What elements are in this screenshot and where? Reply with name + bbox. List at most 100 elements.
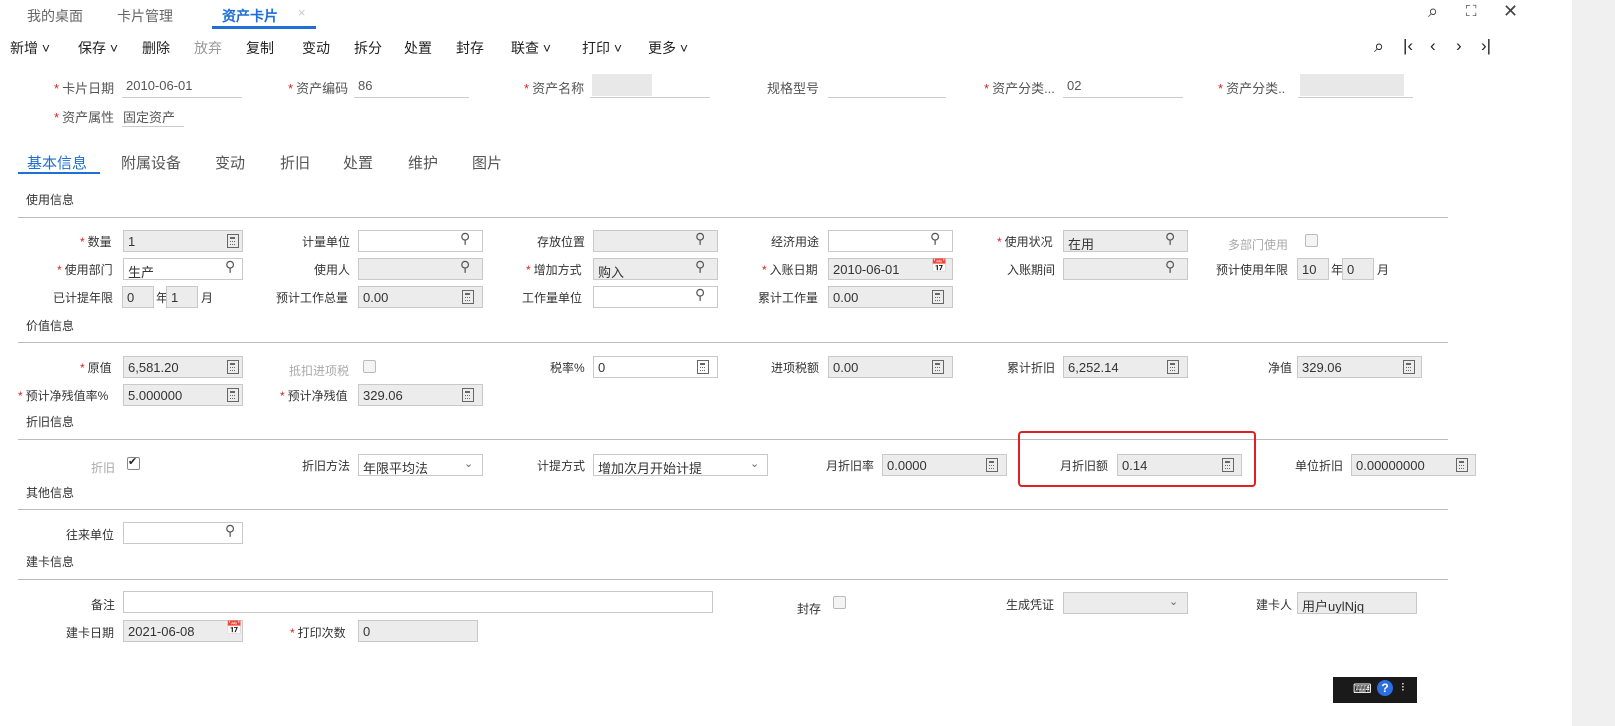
card-date-value[interactable]: 2010-06-01 <box>126 78 193 93</box>
qty-field[interactable]: 1 <box>123 230 243 252</box>
search-icon[interactable]: ⚲ <box>460 258 470 275</box>
asset-name-label: * 资产名称 <box>524 81 585 96</box>
asset-category1-value[interactable]: 02 <box>1067 78 1081 93</box>
copy-button[interactable]: 复制 <box>246 38 274 58</box>
tab-asset-card[interactable]: 资产卡片 <box>222 6 278 26</box>
asset-name-underline <box>590 97 710 98</box>
tab-depreciation[interactable]: 折旧 <box>280 152 310 173</box>
split-button[interactable]: 拆分 <box>354 38 382 58</box>
tab-my-desktop[interactable]: 我的桌面 <box>27 6 83 26</box>
sealed-checkbox[interactable] <box>833 596 846 609</box>
floating-toolbar[interactable]: ⌨ ? ⁝ <box>1333 677 1417 703</box>
qty-label: * 数量 <box>80 235 112 249</box>
used-month-unit: 月 <box>201 291 214 305</box>
calculator-icon[interactable] <box>227 360 239 374</box>
search-icon[interactable]: ⚲ <box>695 230 705 247</box>
calculator-icon[interactable] <box>932 360 944 374</box>
calculator-icon[interactable] <box>697 360 709 374</box>
tab-close-icon[interactable]: × <box>298 5 306 20</box>
tab-maintenance[interactable]: 维护 <box>408 152 438 173</box>
tab-changes[interactable]: 变动 <box>215 152 245 173</box>
tab-pictures[interactable]: 图片 <box>472 152 502 173</box>
multi-dept-checkbox[interactable] <box>1305 234 1318 247</box>
asset-code-value[interactable]: 86 <box>358 78 372 93</box>
search-icon[interactable]: ⚲ <box>460 230 470 247</box>
other-section-title: 其他信息 <box>26 486 75 500</box>
help-icon[interactable]: ? <box>1377 680 1393 696</box>
tab-basic-info[interactable]: 基本信息 <box>27 152 87 173</box>
card-create-date-field[interactable]: 2021-06-08 <box>123 620 243 642</box>
calculator-icon[interactable] <box>462 290 474 304</box>
accrual-method-select[interactable]: 增加次月开始计提 <box>593 454 768 476</box>
creator-field[interactable]: 用户uylNjq <box>1297 592 1417 614</box>
add-button[interactable]: 新增 ˅ <box>10 38 50 58</box>
discard-button[interactable]: 放弃 <box>194 38 222 58</box>
card-section-title: 建卡信息 <box>26 555 75 569</box>
used-years-field[interactable]: 0 <box>122 286 154 308</box>
asset-name-blurred[interactable] <box>592 74 652 96</box>
search-icon[interactable]: ⚲ <box>1165 230 1175 247</box>
detail-tab-indicator <box>18 172 100 174</box>
chevron-down-icon[interactable]: ⌄ <box>464 457 473 470</box>
work-unit-label: 工作量单位 <box>522 291 583 305</box>
close-icon[interactable]: ✕ <box>1503 1 1518 22</box>
used-months-field[interactable]: 1 <box>166 286 198 308</box>
change-button[interactable]: 变动 <box>302 38 330 58</box>
original-value-label: * 原值 <box>80 361 112 375</box>
fullscreen-icon[interactable]: ⛶ <box>1466 3 1477 20</box>
calculator-icon[interactable] <box>1167 360 1179 374</box>
search-icon[interactable]: ⚲ <box>695 258 705 275</box>
asset-category1-underline <box>1063 97 1183 98</box>
calculator-icon[interactable] <box>1403 360 1415 374</box>
seal-button[interactable]: 封存 <box>456 38 484 58</box>
residual-rate-label: * 预计净残值率% <box>18 389 109 403</box>
calculator-icon[interactable] <box>932 290 944 304</box>
original-value-field[interactable]: 6,581.20 <box>123 356 243 378</box>
search-icon[interactable]: ⚲ <box>1165 258 1175 275</box>
calculator-icon[interactable] <box>986 458 998 472</box>
calendar-icon[interactable]: 📅 <box>931 258 947 274</box>
life-years-field[interactable]: 10 <box>1297 258 1329 280</box>
prev-record-icon[interactable]: ‹ <box>1430 36 1436 56</box>
tab-disposal[interactable]: 处置 <box>343 152 373 173</box>
search-icon[interactable]: ⌕ <box>1428 1 1438 22</box>
chevron-down-icon[interactable]: ⌄ <box>1169 595 1178 608</box>
calculator-icon[interactable] <box>462 388 474 402</box>
remark-field[interactable] <box>123 591 713 613</box>
next-record-icon[interactable]: › <box>1456 36 1462 56</box>
spec-underline[interactable] <box>828 97 946 98</box>
link-query-button[interactable]: 联查 ˅ <box>511 38 551 58</box>
asset-attr-value[interactable]: 固定资产 <box>123 107 175 126</box>
first-record-icon[interactable]: |‹ <box>1403 36 1413 56</box>
life-months-field[interactable]: 0 <box>1342 258 1374 280</box>
calculator-icon[interactable] <box>227 388 239 402</box>
chevron-down-icon[interactable]: ⌄ <box>750 457 759 470</box>
tab-card-management[interactable]: 卡片管理 <box>117 6 173 26</box>
depreciate-checkbox[interactable] <box>127 455 140 470</box>
more-options-icon[interactable]: ⁝ <box>1401 680 1405 694</box>
cum-work-label: 累计工作量 <box>758 291 819 305</box>
deduct-tax-label: 抵扣进项税 <box>289 364 350 378</box>
search-icon[interactable]: ⚲ <box>695 286 705 303</box>
more-button[interactable]: 更多 ˅ <box>648 38 688 58</box>
entry-date-label: * 入账日期 <box>762 263 818 277</box>
search-icon[interactable]: ⚲ <box>225 258 235 275</box>
keyboard-icon[interactable]: ⌨ <box>1353 681 1372 697</box>
last-record-icon[interactable]: ›| <box>1481 36 1491 56</box>
save-button[interactable]: 保存 ˅ <box>78 38 118 58</box>
residual-rate-field[interactable]: 5.000000 <box>123 384 243 406</box>
dispose-button[interactable]: 处置 <box>404 38 432 58</box>
search-icon[interactable]: ⚲ <box>225 522 235 539</box>
add-method-label: * 增加方式 <box>526 263 582 277</box>
calendar-icon[interactable]: 📅 <box>226 620 242 636</box>
query-icon[interactable]: ⌕ <box>1374 36 1384 57</box>
delete-button[interactable]: 删除 <box>142 38 170 58</box>
calculator-icon[interactable] <box>227 234 239 248</box>
print-count-field[interactable]: 0 <box>358 620 478 642</box>
deduct-tax-checkbox[interactable] <box>363 360 376 373</box>
search-icon[interactable]: ⚲ <box>930 230 940 247</box>
tab-accessories[interactable]: 附属设备 <box>121 152 181 173</box>
asset-category2-blurred[interactable] <box>1300 74 1404 96</box>
calculator-icon[interactable] <box>1456 458 1468 472</box>
print-button[interactable]: 打印 ˅ <box>582 38 622 58</box>
